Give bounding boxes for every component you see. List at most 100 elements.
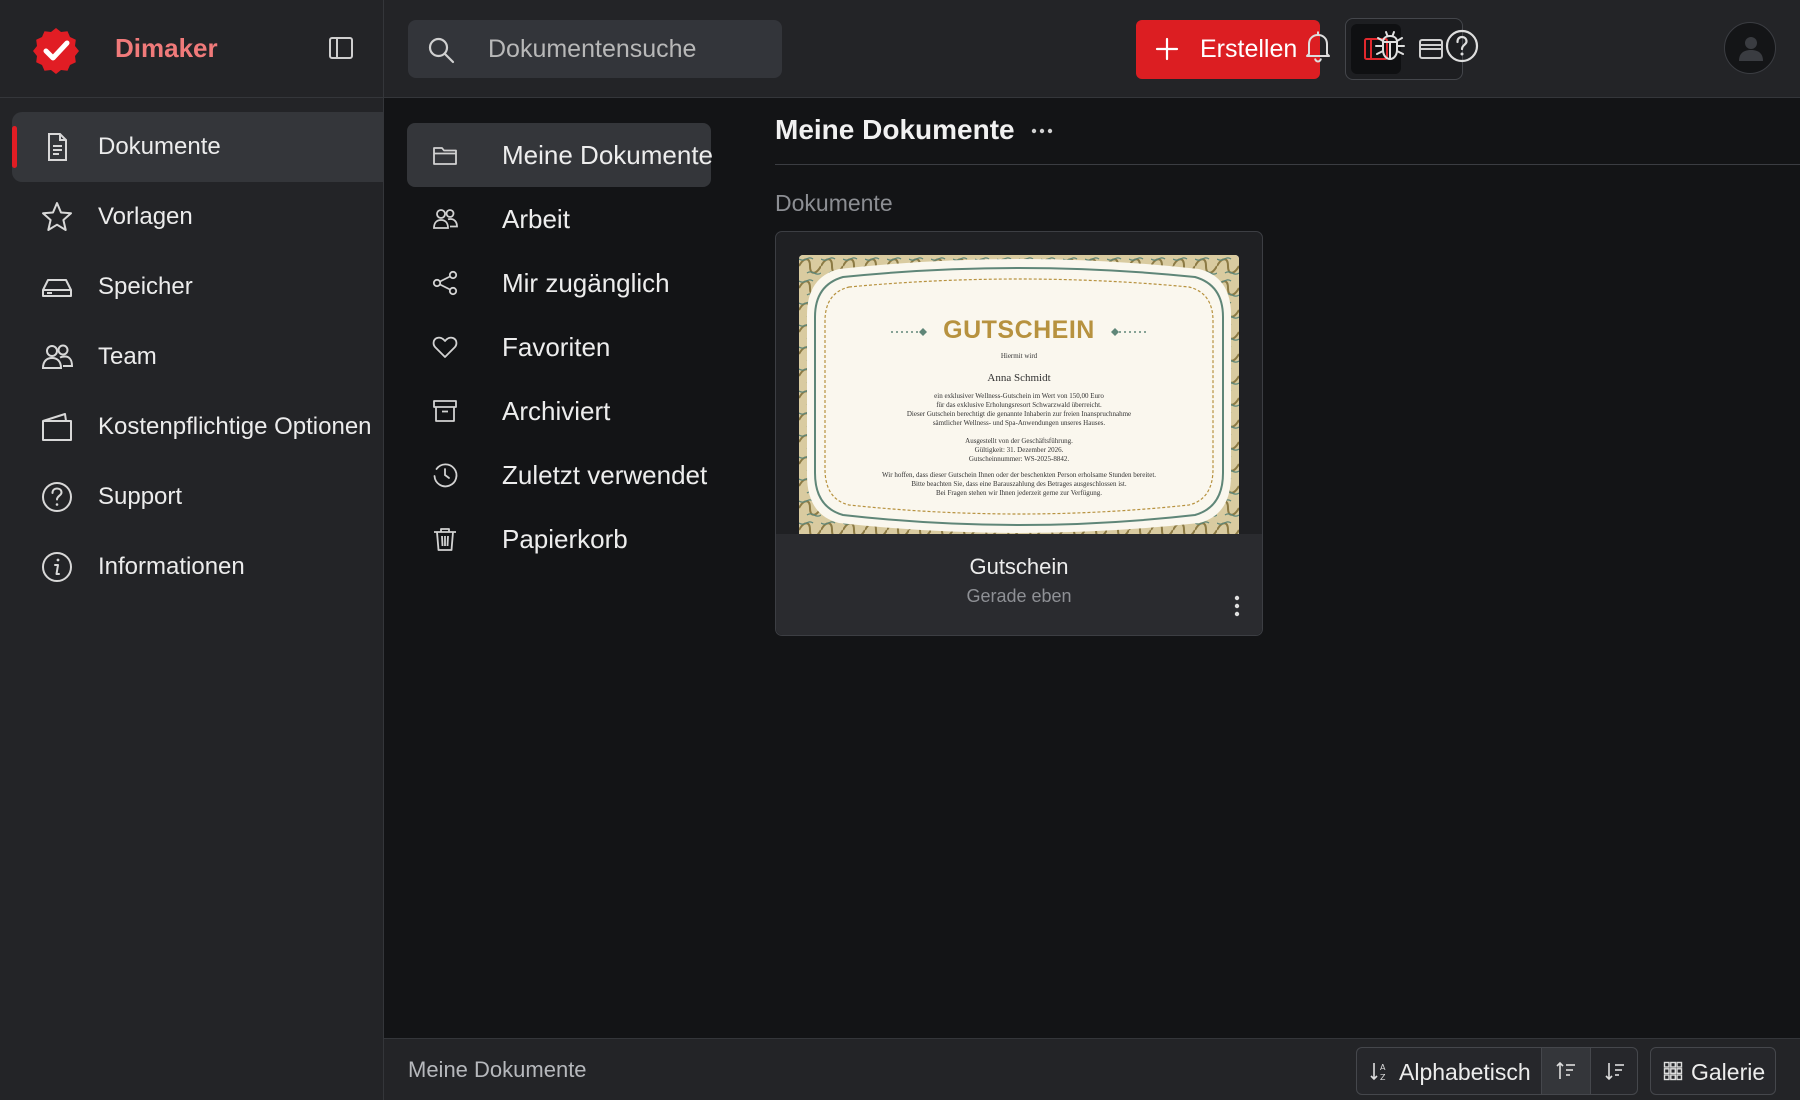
folder-meine-dokumente[interactable]: Meine Dokumente <box>407 123 713 187</box>
folder-label: Zuletzt verwendet <box>502 459 708 490</box>
sidebar-item-label: Dokumente <box>98 133 221 160</box>
sidebar-item-vorlagen[interactable]: Vorlagen <box>12 182 384 252</box>
sidebar-item-label: Vorlagen <box>98 203 193 230</box>
voucher-body-line: ein exklusiver Wellness-Gutschein im Wer… <box>934 392 1104 400</box>
voucher-detail-line: Gültigkeit: 31. Dezember 2026. <box>974 446 1064 454</box>
breadcrumb: Meine Dokumente <box>408 1057 587 1082</box>
folder-label: Mir zugänglich <box>502 267 670 298</box>
folder-label: Arbeit <box>502 203 570 234</box>
main-content: Meine Dokumente Dokumente GUTSCHEIN Hier… <box>714 98 1800 1038</box>
logo-badge-icon[interactable] <box>32 26 80 74</box>
folder-icon <box>431 141 459 169</box>
brand-header: Dimaker <box>0 0 384 98</box>
window-icon <box>1419 39 1443 59</box>
view-mode-label: Galerie <box>1691 1059 1766 1085</box>
bell-icon[interactable] <box>1300 28 1336 64</box>
voucher-title: GUTSCHEIN <box>943 316 1095 344</box>
brand-name[interactable]: Dimaker <box>115 33 218 64</box>
sidebar-toggle-icon[interactable] <box>326 33 356 63</box>
document-modified: Gerade eben <box>966 586 1072 606</box>
folder-arbeit[interactable]: Arbeit <box>407 187 711 251</box>
sidebar-nav: Dokumente Vorlagen Speicher Team Kostenp… <box>0 112 384 602</box>
sort-mode-button[interactable]: A Z Alphabetisch <box>1357 1048 1541 1094</box>
voucher-recipient: Anna Schmidt <box>987 372 1051 384</box>
divider <box>775 164 1800 165</box>
sidebar-item-label: Kostenpflichtige Optionen <box>98 413 372 440</box>
sort-ascending-button[interactable] <box>1541 1048 1590 1094</box>
search-icon <box>426 35 456 65</box>
folder-label: Meine Dokumente <box>502 139 713 170</box>
sidebar-item-speicher[interactable]: Speicher <box>12 252 384 322</box>
heart-icon <box>431 333 459 361</box>
section-label: Dokumente <box>775 190 893 216</box>
top-bar: Erstellen <box>384 0 1800 98</box>
trash-icon <box>431 525 459 553</box>
plus-icon <box>1154 36 1180 62</box>
create-button[interactable]: Erstellen <box>1136 20 1320 79</box>
voucher-body-line: sämtlicher Wellness- und Spa-Anwendungen… <box>932 419 1106 427</box>
sidebar-item-label: Informationen <box>98 553 245 580</box>
group-icon <box>431 205 459 233</box>
folder-favoriten[interactable]: Favoriten <box>407 315 711 379</box>
sort-controls: A Z Alphabetisch <box>1356 1047 1638 1095</box>
sidebar-item-dokumente[interactable]: Dokumente <box>12 112 384 182</box>
create-button-label: Erstellen <box>1200 35 1298 63</box>
sidebar-item-label: Support <box>98 483 183 510</box>
help-icon[interactable] <box>1444 28 1480 64</box>
grid-icon <box>1663 1061 1683 1081</box>
kebab-menu-icon[interactable] <box>1231 594 1243 618</box>
more-options-icon[interactable] <box>1027 116 1057 146</box>
voucher-detail-line: Ausgestellt von der Geschäftsführung. <box>965 437 1073 445</box>
voucher-body-line: Dieser Gutschein berechtigt die genannte… <box>906 410 1132 418</box>
folder-zuletzt-verwendet[interactable]: Zuletzt verwendet <box>407 443 711 507</box>
voucher-detail-line: Gutscheinnummer: WS-2025-8842. <box>968 455 1070 463</box>
sort-alpha-icon: A Z <box>1370 1063 1386 1082</box>
sort-descending-icon <box>1605 1063 1624 1081</box>
voucher-body-line: für das exklusive Erholungsresort Schwar… <box>936 401 1102 409</box>
bug-icon[interactable] <box>1372 28 1408 64</box>
sort-mode-label: Alphabetisch <box>1399 1059 1531 1085</box>
document-card[interactable]: GUTSCHEIN Hiermit wird Anna Schmidt ein … <box>775 231 1263 636</box>
voucher-footer-line: Bei Fragen stehen wir Ihnen jederzeit ge… <box>935 489 1103 497</box>
folder-label: Papierkorb <box>502 523 628 554</box>
folder-mir-zugaenglich[interactable]: Mir zugänglich <box>407 251 711 315</box>
clock-icon <box>431 461 459 489</box>
folder-label: Archiviert <box>502 395 611 426</box>
sidebar-item-kostenpflichtige-optionen[interactable]: Kostenpflichtige Optionen <box>12 392 384 462</box>
document-icon <box>40 130 74 164</box>
archive-icon <box>431 397 459 425</box>
bottom-bar: Meine Dokumente A Z Alphabetisch Galerie <box>384 1038 1800 1100</box>
user-icon <box>1739 37 1763 61</box>
document-thumbnail: GUTSCHEIN Hiermit wird Anna Schmidt ein … <box>799 255 1239 535</box>
wallet-icon <box>40 410 74 444</box>
sidebar: Dimaker Dokumente Vorlagen Speicher Team… <box>0 0 384 1100</box>
sidebar-item-team[interactable]: Team <box>12 322 384 392</box>
view-mode-button[interactable]: Galerie <box>1650 1047 1776 1095</box>
star-icon <box>40 200 74 234</box>
storage-icon <box>40 270 74 304</box>
search-box[interactable] <box>408 20 782 78</box>
share-icon <box>431 269 459 297</box>
search-input[interactable] <box>488 20 768 78</box>
sidebar-item-label: Speicher <box>98 273 193 300</box>
sidebar-item-informationen[interactable]: Informationen <box>12 532 384 602</box>
sidebar-item-label: Team <box>98 343 157 370</box>
folder-panel: Meine Dokumente Arbeit Mir zugänglich Fa… <box>384 98 714 1038</box>
document-info: Gutschein Gerade eben <box>776 534 1262 635</box>
folder-archiviert[interactable]: Archiviert <box>407 379 711 443</box>
sort-ascending-icon <box>1556 1061 1575 1079</box>
voucher-footer-line: Wir hoffen, dass dieser Gutschein Ihnen … <box>881 471 1157 479</box>
page-title: Meine Dokumente <box>775 114 1015 145</box>
folder-papierkorb[interactable]: Papierkorb <box>407 507 711 571</box>
team-icon <box>40 340 74 374</box>
sort-descending-button[interactable] <box>1590 1048 1639 1094</box>
avatar[interactable] <box>1724 22 1776 74</box>
info-icon <box>40 550 74 584</box>
help-circle-icon <box>40 480 74 514</box>
app-window: Dimaker Dokumente Vorlagen Speicher Team… <box>0 0 1800 1100</box>
document-name: Gutschein <box>969 554 1069 579</box>
folder-label: Favoriten <box>502 331 611 362</box>
sidebar-item-support[interactable]: Support <box>12 462 384 532</box>
svg-text:Z: Z <box>1380 1073 1386 1082</box>
voucher-intro: Hiermit wird <box>1000 352 1038 360</box>
